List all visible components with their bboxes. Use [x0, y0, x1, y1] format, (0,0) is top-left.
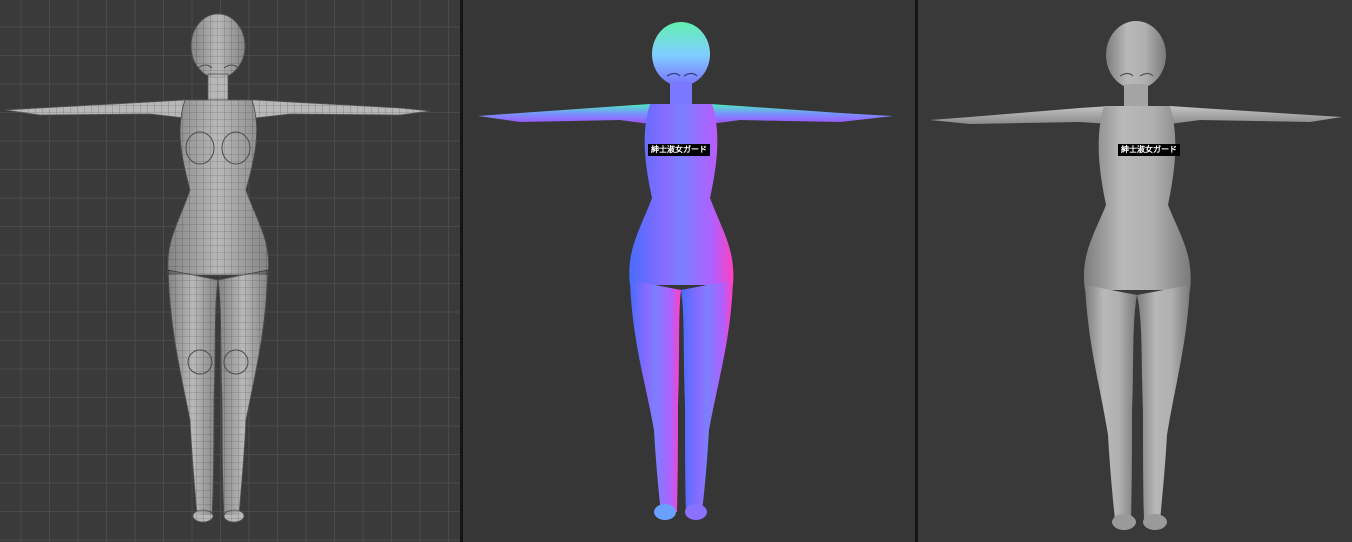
censor-label: 紳士淑女ガード — [648, 144, 710, 156]
normal-map-viewport[interactable] — [463, 0, 915, 542]
clay-figure — [930, 21, 1342, 530]
wireframe-viewport[interactable] — [0, 0, 460, 542]
wireframe-figure — [4, 13, 431, 523]
clay-viewport[interactable] — [918, 0, 1352, 542]
censor-label: 紳士淑女ガード — [1118, 144, 1180, 156]
normal-map-figure — [478, 22, 893, 520]
